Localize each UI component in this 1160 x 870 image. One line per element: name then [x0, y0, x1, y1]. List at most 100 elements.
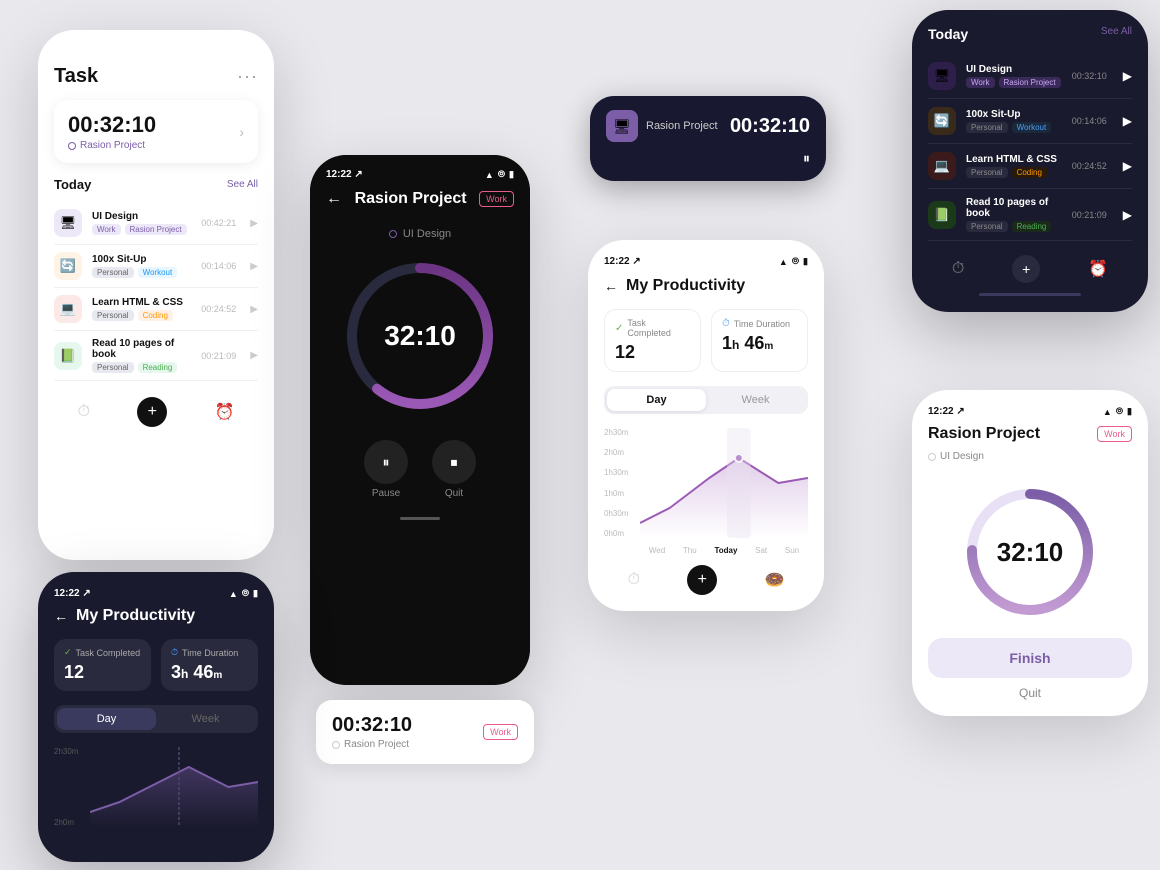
task-item-book: 📗 Read 10 pages of book Personal Reading… — [54, 331, 258, 381]
x-today: Today — [714, 546, 737, 555]
rp-history-icon[interactable]: ⏱ — [952, 260, 964, 278]
dark-duration-value: 3h 46m — [171, 662, 248, 683]
back-button-2[interactable]: ← — [326, 190, 342, 208]
rp-tags-situp: Personal Workout — [966, 122, 1062, 133]
more-options[interactable]: ··· — [237, 66, 258, 87]
rp-tag-coding: Coding — [1012, 167, 1047, 178]
phone-dark-timer: 12:22 ↗ ▲ ⦾ ▮ ← Rasion Project Work UI D… — [310, 155, 530, 685]
phone-productivity-dark: 12:22 ↗ ▲ ⦾ ▮ ← My Productivity ✓ Task C… — [38, 572, 274, 862]
dark-prod-header: ← My Productivity — [54, 607, 258, 625]
status-bar-5: 12:22 ↗ ▲ ⦾ ▮ — [604, 256, 808, 267]
play-btn-situp[interactable]: ▶ — [250, 261, 258, 272]
rp-info-ui: UI Design Work Rasion Project — [966, 64, 1062, 88]
see-all-link[interactable]: See All — [227, 179, 258, 190]
history-icon[interactable]: ⏱ — [78, 403, 90, 421]
timer-center: 32:10 — [384, 320, 456, 352]
stats-icon[interactable]: ⏰ — [214, 402, 234, 422]
dark-chart-svg — [90, 747, 258, 827]
tag-rasion: Rasion Project — [125, 224, 187, 235]
play-btn-book[interactable]: ▶ — [250, 350, 258, 361]
rb-dot — [928, 453, 936, 461]
rb-subtitle: UI Design — [928, 451, 1132, 462]
prod-history-icon[interactable]: ⏱ — [628, 571, 640, 589]
add-task-button[interactable]: + — [137, 397, 167, 427]
rp-play-book[interactable]: ▶ — [1123, 208, 1132, 222]
pause-ctrl[interactable]: ⏸ Pause — [364, 440, 408, 499]
task-icon-html: 💻 — [54, 295, 82, 323]
rp-play-ui[interactable]: ▶ — [1123, 69, 1132, 83]
rp-item-html: 💻 Learn HTML & CSS Personal Coding 00:24… — [928, 144, 1132, 189]
rp-play-situp[interactable]: ▶ — [1123, 114, 1132, 128]
att-row1: 🖥 Rasion Project 00:32:10 — [606, 110, 810, 142]
rb-work-badge: Work — [1097, 426, 1132, 442]
rp-tags-html: Personal Coding — [966, 167, 1062, 178]
rp-tag-work: Work — [966, 77, 995, 88]
timer-card[interactable]: 00:32:10 Rasion Project › — [54, 100, 258, 163]
rp-icon-html: 💻 — [928, 152, 956, 180]
att-pause-icon[interactable]: ⏸ — [803, 150, 810, 167]
rp-add-button[interactable]: + — [1012, 255, 1040, 283]
quit-label[interactable]: Quit — [928, 686, 1132, 700]
rp-header: Today See All — [928, 26, 1132, 42]
prod-add-button[interactable]: + — [687, 565, 717, 595]
tab-week[interactable]: Week — [706, 389, 805, 411]
status-icons-5: ▲ ⦾ ▮ — [779, 256, 808, 267]
prod-title: My Productivity — [626, 277, 745, 295]
signal-5: ▲ — [779, 257, 788, 267]
day-week-tabs[interactable]: Day Week — [604, 386, 808, 414]
task-info-situp: 100x Sit-Up Personal Workout — [92, 254, 191, 278]
timer-time-display: 00:32:10 — [68, 112, 156, 138]
quit-button[interactable]: ⏹ — [432, 440, 476, 484]
dark-chart-y-labels: 2h30m 2h0m — [54, 747, 78, 827]
task-tags-situp: Personal Workout — [92, 267, 191, 278]
status-icons-6: ▲ ⦾ ▮ — [229, 588, 258, 599]
time-rb: 12:22 ↗ — [928, 406, 965, 417]
tag-workout: Workout — [138, 267, 178, 278]
time-6: 12:22 ↗ — [54, 588, 91, 599]
chart-area: 2h30m 2h0m 1h30m 1h0m 0h30m 0h0m — [604, 428, 808, 538]
dark-chart-area: 2h30m 2h0m — [54, 747, 258, 827]
rp-tag-reading: Reading — [1012, 221, 1052, 232]
right-bottom-panel: 12:22 ↗ ▲ ⦾ ▮ Rasion Project Work UI Des… — [912, 390, 1148, 716]
active-timer-card: 🖥 Rasion Project 00:32:10 ⏸ — [590, 96, 826, 181]
rp-play-html[interactable]: ▶ — [1123, 159, 1132, 173]
task-tags-book: Personal Reading — [92, 362, 191, 373]
status-icons-2: ▲ ⦾ ▮ — [485, 169, 514, 180]
att-time: 00:32:10 — [730, 115, 810, 138]
dark-day-week-tabs[interactable]: Day Week — [54, 705, 258, 733]
today-label: Today — [54, 177, 91, 192]
chevron-right-icon: › — [239, 124, 244, 140]
dark-tab-week[interactable]: Week — [156, 708, 255, 730]
back-button-5[interactable]: ← — [604, 278, 618, 294]
dark-tab-day[interactable]: Day — [57, 708, 156, 730]
rp-time-ui: 00:32:10 — [1072, 71, 1107, 81]
tag-coding: Coding — [138, 310, 173, 321]
time-duration-label: ⏱ Time Duration — [722, 318, 797, 329]
dark-y-1: 2h30m — [54, 747, 78, 756]
standalone-project: Rasion Project — [332, 739, 412, 750]
prod-stats-icon[interactable]: 🍩 — [764, 570, 784, 590]
dark-y-2: 2h0m — [54, 818, 78, 827]
today-section-header: Today See All — [54, 177, 258, 192]
finish-button[interactable]: Finish — [928, 638, 1132, 678]
rp-time-situp: 00:14:06 — [1072, 116, 1107, 126]
play-btn-html[interactable]: ▶ — [250, 304, 258, 315]
rp-tag-personal-situp: Personal — [966, 122, 1008, 133]
pause-button[interactable]: ⏸ — [364, 440, 408, 484]
dark-title: Rasion Project — [352, 190, 469, 208]
ui-dot — [389, 230, 397, 238]
x-wed: Wed — [649, 546, 665, 555]
rp-stats-icon[interactable]: ⏰ — [1088, 259, 1108, 279]
rp-time-book: 00:21:09 — [1072, 210, 1107, 220]
rp-tags-book: Personal Reading — [966, 221, 1062, 232]
standalone-left: 00:32:10 Rasion Project — [332, 714, 412, 750]
tab-day[interactable]: Day — [607, 389, 706, 411]
rp-see-all[interactable]: See All — [1101, 26, 1132, 42]
quit-ctrl[interactable]: ⏹ Quit — [432, 440, 476, 499]
back-button-6[interactable]: ← — [54, 608, 68, 624]
wifi-6: ⦾ — [242, 588, 249, 599]
rp-item-situp: 🔄 100x Sit-Up Personal Workout 00:14:06 … — [928, 99, 1132, 144]
task-item-html: 💻 Learn HTML & CSS Personal Coding 00:24… — [54, 288, 258, 331]
play-btn-ui[interactable]: ▶ — [250, 218, 258, 229]
prod-stats: ✓ Task Completed 12 ⏱ Time Duration 1h 4… — [604, 309, 808, 372]
